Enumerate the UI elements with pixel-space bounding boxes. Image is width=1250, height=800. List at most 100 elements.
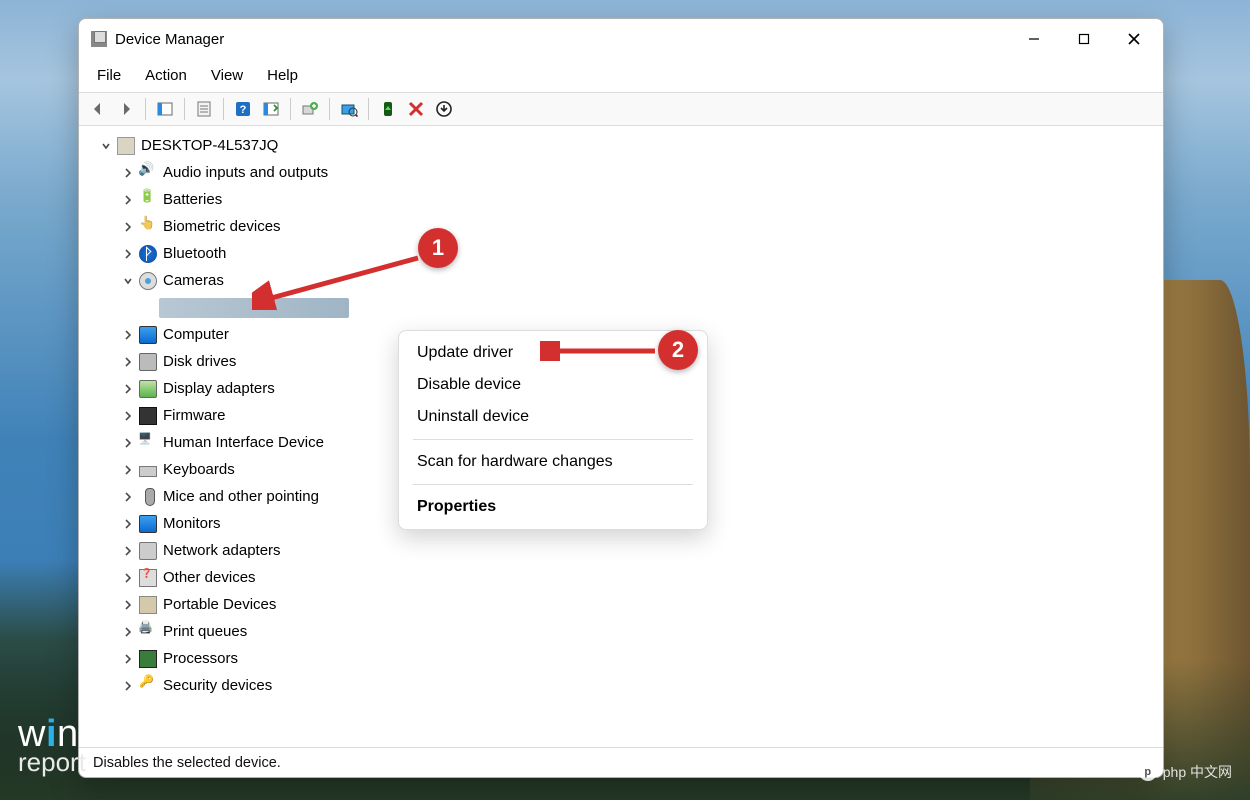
menu-disable-device[interactable]: Disable device <box>399 369 707 401</box>
toolbar-separator <box>368 98 369 120</box>
toolbar-show-hidden[interactable] <box>152 96 178 122</box>
chevron-right-icon[interactable] <box>119 407 137 425</box>
cpu-icon <box>139 650 157 668</box>
battery-icon <box>139 191 157 209</box>
chevron-right-icon[interactable] <box>119 596 137 614</box>
category-security[interactable]: Security devices <box>79 672 1163 699</box>
category-label: Network adapters <box>163 542 281 559</box>
toolbar-uninstall-device[interactable] <box>431 96 457 122</box>
display-icon <box>139 380 157 398</box>
category-audio[interactable]: Audio inputs and outputs <box>79 159 1163 186</box>
chevron-right-icon[interactable] <box>119 434 137 452</box>
arrow-annotation-1 <box>252 252 427 310</box>
toolbar-separator <box>184 98 185 120</box>
category-cameras[interactable]: Cameras <box>79 267 1163 294</box>
chevron-right-icon[interactable] <box>119 677 137 695</box>
menu-action[interactable]: Action <box>135 63 197 88</box>
chevron-right-icon[interactable] <box>119 488 137 506</box>
statusbar: Disables the selected device. <box>79 747 1163 777</box>
callout-badge-2: 2 <box>658 330 698 370</box>
menu-separator <box>413 484 693 485</box>
toolbar-add-legacy[interactable] <box>297 96 323 122</box>
category-network[interactable]: Network adapters <box>79 537 1163 564</box>
menu-properties[interactable]: Properties <box>399 491 707 523</box>
chevron-right-icon[interactable] <box>119 461 137 479</box>
monitor-icon <box>139 515 157 533</box>
device-camera-item[interactable] <box>79 294 1163 321</box>
menu-uninstall-device[interactable]: Uninstall device <box>399 401 707 433</box>
php-logo-icon: p <box>1139 763 1157 781</box>
category-label: Batteries <box>163 191 222 208</box>
keyboard-icon <box>139 461 157 479</box>
root-label: DESKTOP-4L537JQ <box>141 137 278 154</box>
toolbar-enable-device[interactable] <box>375 96 401 122</box>
category-label: Monitors <box>163 515 221 532</box>
category-bluetooth[interactable]: Bluetooth <box>79 240 1163 267</box>
category-batteries[interactable]: Batteries <box>79 186 1163 213</box>
chevron-right-icon[interactable] <box>119 542 137 560</box>
chevron-right-icon[interactable] <box>119 218 137 236</box>
toolbar: ? <box>79 92 1163 126</box>
chevron-right-icon[interactable] <box>119 623 137 641</box>
chevron-right-icon[interactable] <box>119 353 137 371</box>
close-button[interactable] <box>1109 20 1159 58</box>
chevron-right-icon[interactable] <box>119 380 137 398</box>
category-processors[interactable]: Processors <box>79 645 1163 672</box>
toolbar-update-driver[interactable] <box>258 96 284 122</box>
category-label: Display adapters <box>163 380 275 397</box>
category-biometric[interactable]: Biometric devices <box>79 213 1163 240</box>
category-label: Keyboards <box>163 461 235 478</box>
computer-icon <box>117 137 135 155</box>
titlebar[interactable]: Device Manager <box>79 19 1163 59</box>
chevron-right-icon[interactable] <box>119 326 137 344</box>
window-title: Device Manager <box>115 31 224 48</box>
bluetooth-icon <box>139 245 157 263</box>
maximize-button[interactable] <box>1059 20 1109 58</box>
category-print[interactable]: Print queues <box>79 618 1163 645</box>
security-icon <box>139 677 157 695</box>
category-label: Security devices <box>163 677 272 694</box>
toolbar-disable-device[interactable] <box>403 96 429 122</box>
toolbar-help[interactable]: ? <box>230 96 256 122</box>
chevron-right-icon[interactable] <box>119 515 137 533</box>
menu-scan-hardware[interactable]: Scan for hardware changes <box>399 446 707 478</box>
category-label: Mice and other pointing <box>163 488 319 505</box>
toolbar-separator <box>290 98 291 120</box>
menu-view[interactable]: View <box>201 63 253 88</box>
toolbar-forward[interactable] <box>113 96 139 122</box>
minimize-button[interactable] <box>1009 20 1059 58</box>
toolbar-back[interactable] <box>85 96 111 122</box>
category-other[interactable]: Other devices <box>79 564 1163 591</box>
chevron-right-icon[interactable] <box>119 191 137 209</box>
category-label: Computer <box>163 326 229 343</box>
category-label: Cameras <box>163 272 224 289</box>
chevron-right-icon[interactable] <box>119 569 137 587</box>
tree-root[interactable]: DESKTOP-4L537JQ <box>79 132 1163 159</box>
chevron-right-icon[interactable] <box>119 164 137 182</box>
menubar: File Action View Help <box>79 59 1163 92</box>
disk-icon <box>139 353 157 371</box>
category-label: Portable Devices <box>163 596 276 613</box>
watermark-windowsreport: windows report <box>18 715 169 776</box>
menu-file[interactable]: File <box>87 63 131 88</box>
toolbar-separator <box>223 98 224 120</box>
camera-icon <box>139 272 157 290</box>
printer-icon <box>139 623 157 641</box>
fingerprint-icon <box>139 218 157 236</box>
category-portable[interactable]: Portable Devices <box>79 591 1163 618</box>
chevron-down-icon[interactable] <box>97 137 115 155</box>
category-label: Disk drives <box>163 353 236 370</box>
menu-help[interactable]: Help <box>257 63 308 88</box>
toolbar-properties[interactable] <box>191 96 217 122</box>
category-label: Other devices <box>163 569 256 586</box>
wm-right-text: php 中文网 <box>1163 762 1232 782</box>
arrow-annotation-2 <box>540 341 660 361</box>
watermark-phpcn: p php 中文网 <box>1139 762 1232 782</box>
mouse-icon <box>139 488 157 506</box>
category-label: Bluetooth <box>163 245 226 262</box>
toolbar-scan[interactable] <box>336 96 362 122</box>
chevron-down-icon[interactable] <box>119 272 137 290</box>
category-label: Processors <box>163 650 238 667</box>
chevron-right-icon[interactable] <box>119 650 137 668</box>
chevron-right-icon[interactable] <box>119 245 137 263</box>
